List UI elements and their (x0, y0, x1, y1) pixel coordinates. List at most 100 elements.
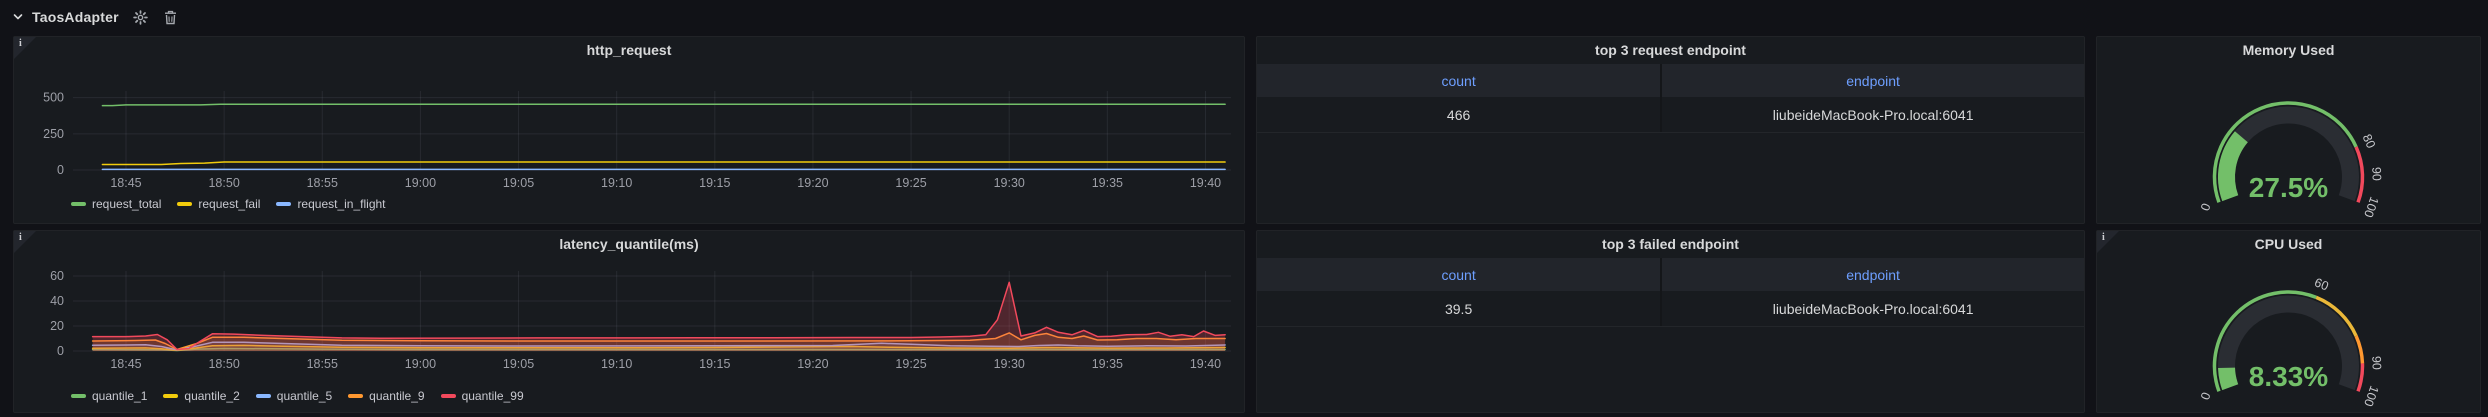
legend-swatch (276, 202, 291, 206)
svg-text:100: 100 (2361, 384, 2381, 408)
svg-text:90: 90 (2369, 356, 2383, 370)
row-collapse-toggle[interactable]: TaosAdapter (10, 9, 119, 25)
legend-label: quantile_5 (277, 389, 332, 403)
chart-legend: quantile_1 quantile_2 quantile_5 quantile_9… (71, 389, 524, 403)
panel-title[interactable]: latency_quantile(ms) (14, 231, 1244, 257)
cpu-gauge: 0 60 90 100 8.33% (2097, 255, 2480, 412)
legend-label: quantile_1 (92, 389, 147, 403)
panel-info-icon[interactable] (2097, 231, 2119, 253)
svg-text:19:30: 19:30 (994, 176, 1025, 190)
svg-text:19:25: 19:25 (895, 176, 926, 190)
legend-quantile_1[interactable]: quantile_1 (71, 389, 147, 403)
panel-top3-request-endpoint: top 3 request endpoint countendpoint466l… (1256, 36, 2085, 224)
svg-text:18:55: 18:55 (307, 176, 338, 190)
svg-text:19:20: 19:20 (797, 176, 828, 190)
legend-quantile_5[interactable]: quantile_5 (256, 389, 332, 403)
table-row: 466liubeideMacBook-Pro.local:6041 (1257, 97, 2084, 133)
panel-title[interactable]: http_request (14, 37, 1244, 63)
panel-memory-used: Memory Used 0 80 90 100 27.5% (2096, 36, 2481, 224)
svg-text:19:15: 19:15 (699, 357, 730, 371)
dashboard: TaosAdapter (0, 0, 2488, 417)
svg-text:20: 20 (50, 319, 64, 333)
legend-label: quantile_99 (462, 389, 524, 403)
svg-text:19:10: 19:10 (601, 357, 632, 371)
panel-cpu-used: i CPU Used 0 60 90 100 8.33% (2096, 230, 2481, 413)
legend-request_in_flight[interactable]: request_in_flight (276, 197, 385, 211)
panel-info-icon[interactable] (14, 37, 36, 59)
svg-text:19:35: 19:35 (1092, 357, 1123, 371)
svg-text:250: 250 (43, 127, 64, 141)
panel-title[interactable]: top 3 request endpoint (1257, 37, 2084, 63)
svg-text:19:00: 19:00 (405, 176, 436, 190)
table-row: 39.5liubeideMacBook-Pro.local:6041 (1257, 291, 2084, 327)
legend-label: quantile_2 (184, 389, 239, 403)
svg-text:19:25: 19:25 (895, 357, 926, 371)
legend-quantile_9[interactable]: quantile_9 (348, 389, 424, 403)
panel-top3-failed-endpoint: top 3 failed endpoint countendpoint39.5l… (1256, 230, 2085, 413)
svg-text:18:50: 18:50 (208, 176, 239, 190)
table-cell: liubeideMacBook-Pro.local:6041 (1662, 291, 2084, 326)
legend-swatch (163, 394, 178, 398)
svg-text:19:20: 19:20 (797, 357, 828, 371)
panel-title[interactable]: Memory Used (2097, 37, 2480, 63)
svg-text:19:30: 19:30 (994, 357, 1025, 371)
legend-request_fail[interactable]: request_fail (177, 197, 260, 211)
column-header-count[interactable]: count (1257, 64, 1662, 97)
svg-text:0: 0 (2198, 201, 2214, 212)
column-header-endpoint[interactable]: endpoint (1662, 64, 2084, 97)
legend-swatch (71, 394, 86, 398)
column-header-endpoint[interactable]: endpoint (1662, 258, 2084, 291)
legend-label: request_in_flight (297, 197, 385, 211)
legend-quantile_2[interactable]: quantile_2 (163, 389, 239, 403)
cpu_used-dial: 0 60 90 100 8.33% (2097, 255, 2480, 412)
svg-text:40: 40 (50, 294, 64, 308)
table-header-row: countendpoint (1257, 64, 2084, 97)
svg-text:18:45: 18:45 (110, 176, 141, 190)
svg-text:19:35: 19:35 (1092, 176, 1123, 190)
legend-label: request_fail (198, 197, 260, 211)
panel-info-icon[interactable] (14, 231, 36, 253)
chevron-down-icon (10, 9, 26, 25)
gear-icon[interactable] (133, 9, 149, 25)
svg-text:60: 60 (2312, 275, 2330, 293)
table-cell: 39.5 (1257, 291, 1662, 326)
chart-legend: request_total request_fail request_in_flig… (71, 197, 386, 211)
svg-text:90: 90 (2369, 167, 2383, 181)
legend-quantile_99[interactable]: quantile_99 (441, 389, 524, 403)
info-letter: i (2102, 232, 2105, 243)
svg-text:80: 80 (2360, 132, 2378, 150)
svg-text:500: 500 (43, 91, 64, 105)
gauge-value: 27.5% (2249, 172, 2328, 203)
svg-text:100: 100 (2361, 195, 2381, 219)
legend-label: quantile_9 (369, 389, 424, 403)
table-header-row: countendpoint (1257, 258, 2084, 291)
panel-title[interactable]: CPU Used (2097, 231, 2480, 257)
svg-text:19:40: 19:40 (1190, 357, 1221, 371)
legend-request_total[interactable]: request_total (71, 197, 161, 211)
svg-text:18:50: 18:50 (208, 357, 239, 371)
panel-http-request: i http_request 18:45 18:50 18:55 19:00 19:05… (13, 36, 1245, 224)
legend-swatch (177, 202, 192, 206)
panel-title[interactable]: top 3 failed endpoint (1257, 231, 2084, 257)
info-letter: i (19, 38, 22, 49)
svg-text:0: 0 (2198, 390, 2214, 401)
legend-swatch (348, 394, 363, 398)
svg-text:19:00: 19:00 (405, 357, 436, 371)
svg-text:19:40: 19:40 (1190, 176, 1221, 190)
svg-text:18:55: 18:55 (307, 357, 338, 371)
svg-text:0: 0 (57, 344, 64, 358)
svg-text:19:05: 19:05 (503, 176, 534, 190)
request-endpoint-table: countendpoint466liubeideMacBook-Pro.loca… (1257, 64, 2084, 133)
column-header-count[interactable]: count (1257, 258, 1662, 291)
svg-text:19:15: 19:15 (699, 176, 730, 190)
legend-label: request_total (92, 197, 161, 211)
gauge-value: 8.33% (2249, 361, 2328, 392)
failed-endpoint-table: countendpoint39.5liubeideMacBook-Pro.loc… (1257, 258, 2084, 327)
svg-text:19:10: 19:10 (601, 176, 632, 190)
dashboard-row-header: TaosAdapter (10, 6, 179, 28)
trash-icon[interactable] (163, 9, 179, 25)
table-cell: 466 (1257, 97, 1662, 132)
memory_used-dial: 0 80 90 100 27.5% (2097, 61, 2480, 223)
legend-swatch (441, 394, 456, 398)
svg-text:0: 0 (57, 163, 64, 177)
